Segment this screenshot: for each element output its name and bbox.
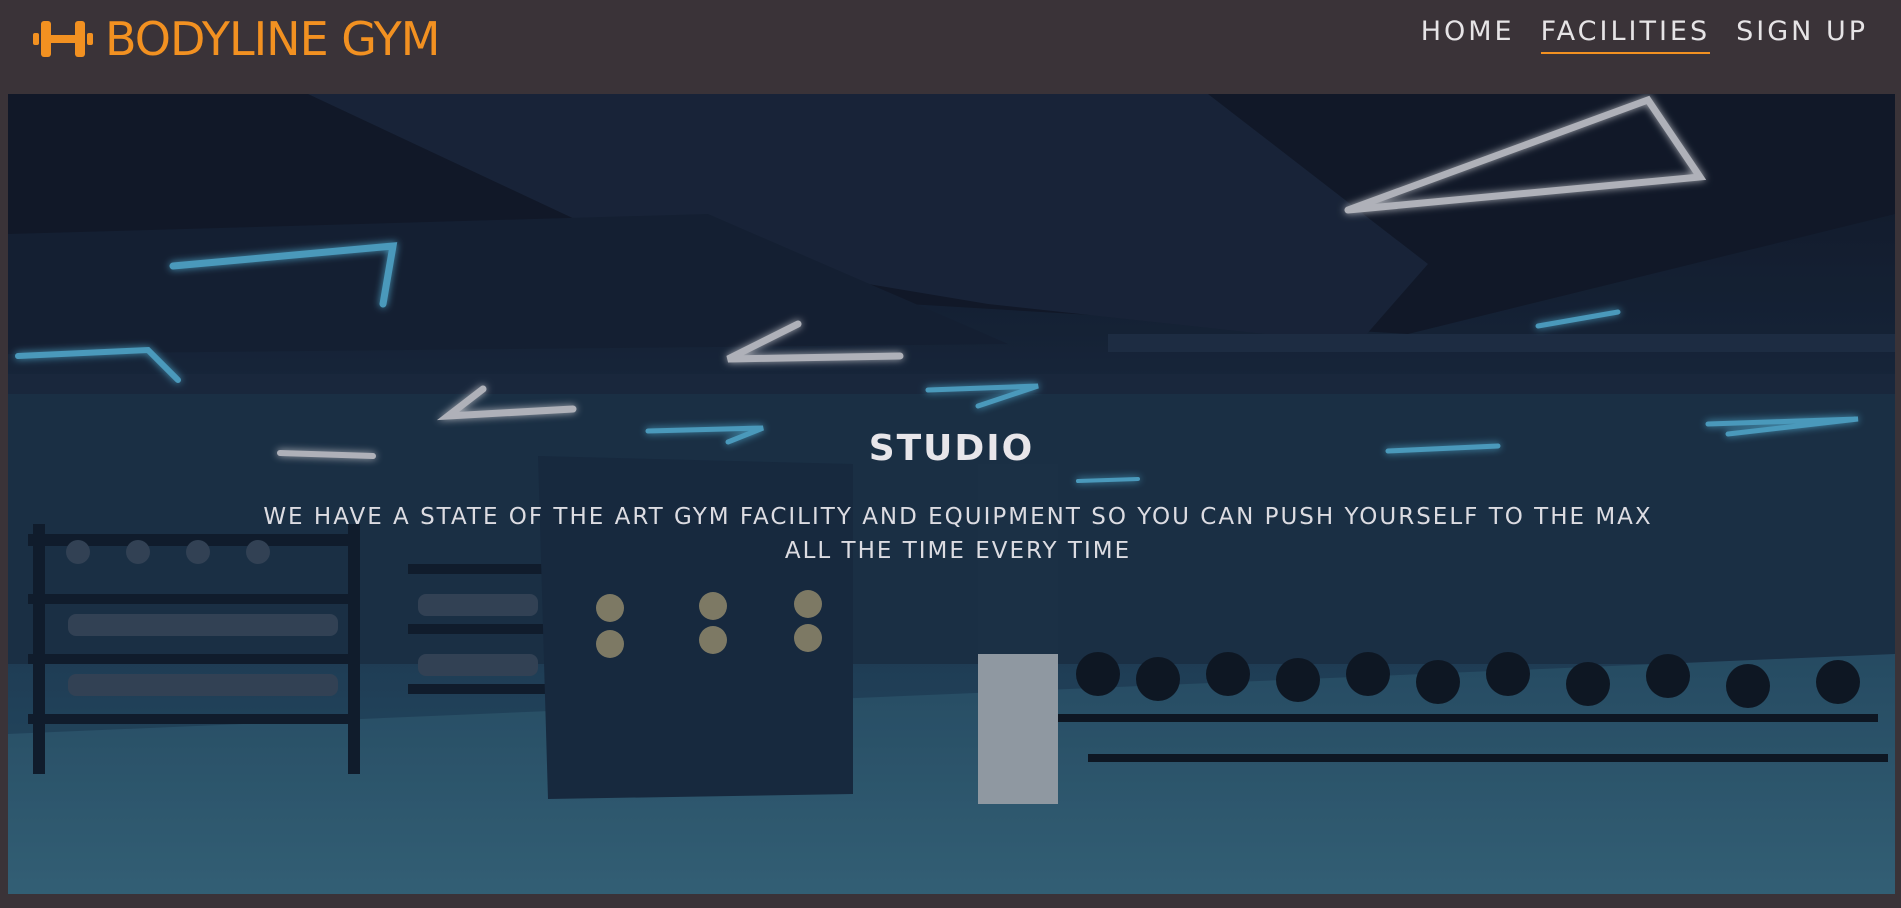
nav-home-link[interactable]: HOME xyxy=(1421,16,1515,54)
brand-name: BODYLINE GYM xyxy=(105,12,440,66)
hero-title: STUDIO xyxy=(868,428,1035,469)
nav-signup-link[interactable]: SIGN UP xyxy=(1736,16,1868,54)
dumbbell-icon xyxy=(33,21,93,57)
hero-section: STUDIO WE HAVE A STATE OF THE ART GYM FA… xyxy=(8,94,1895,894)
brand-logo-link[interactable]: BODYLINE GYM xyxy=(33,12,440,66)
hero-description: WE HAVE A STATE OF THE ART GYM FACILITY … xyxy=(263,504,1653,564)
nav-facilities-link[interactable]: FACILITIES xyxy=(1540,16,1711,55)
main-nav: HOME FACILITIES SIGN UP xyxy=(1421,16,1868,55)
site-header: BODYLINE GYM HOME FACILITIES SIGN UP xyxy=(0,0,1901,94)
